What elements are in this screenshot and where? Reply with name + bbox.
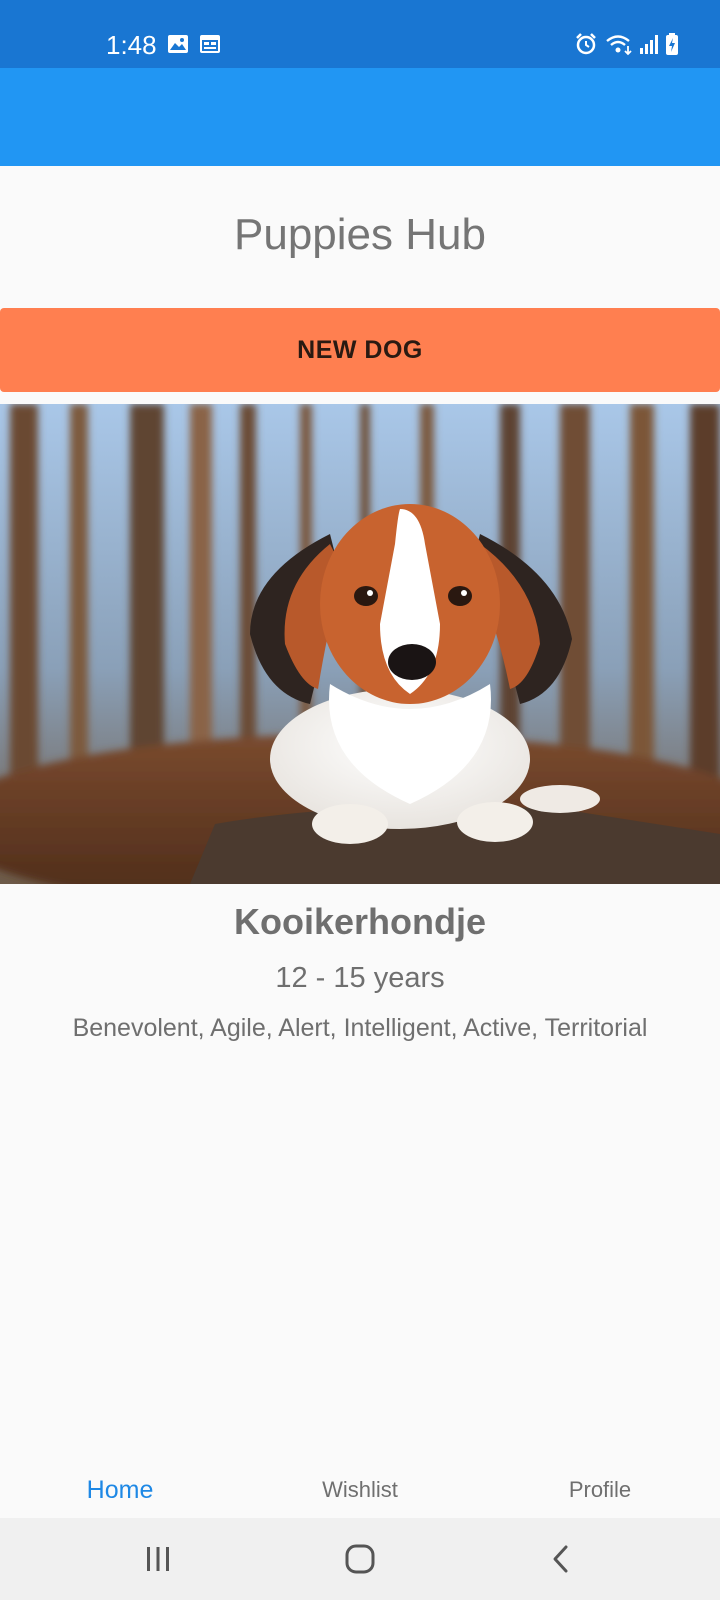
- alarm-icon: [574, 32, 598, 56]
- image-icon: [166, 32, 190, 56]
- wifi-icon: [604, 32, 634, 56]
- back-icon[interactable]: [502, 1518, 622, 1600]
- signal-icon: [638, 32, 662, 56]
- system-navigation-bar: [0, 1518, 720, 1600]
- dog-photo: [0, 404, 720, 884]
- home-icon[interactable]: [300, 1518, 420, 1600]
- page-title: Puppies Hub: [234, 210, 486, 259]
- bottom-navigation: Home Wishlist Profile: [0, 1462, 720, 1518]
- status-time: 1:48: [106, 30, 157, 60]
- new-dog-button[interactable]: NEW DOG: [0, 308, 720, 392]
- nav-home-tab[interactable]: Home: [0, 1462, 240, 1518]
- calendar-icon: [198, 32, 222, 56]
- recent-apps-icon[interactable]: [98, 1518, 218, 1600]
- nav-profile-tab[interactable]: Profile: [480, 1462, 720, 1518]
- breed-name: Kooikerhondje: [233, 901, 487, 942]
- app-bar: [0, 68, 720, 166]
- temperament-text: Benevolent, Agile, Alert, Intelligent, A…: [72, 1014, 648, 1042]
- status-bar: 1:48: [0, 0, 720, 68]
- nav-wishlist-tab[interactable]: Wishlist: [240, 1462, 480, 1518]
- battery-icon: [664, 32, 680, 56]
- lifespan-text: 12 - 15 years: [275, 962, 445, 994]
